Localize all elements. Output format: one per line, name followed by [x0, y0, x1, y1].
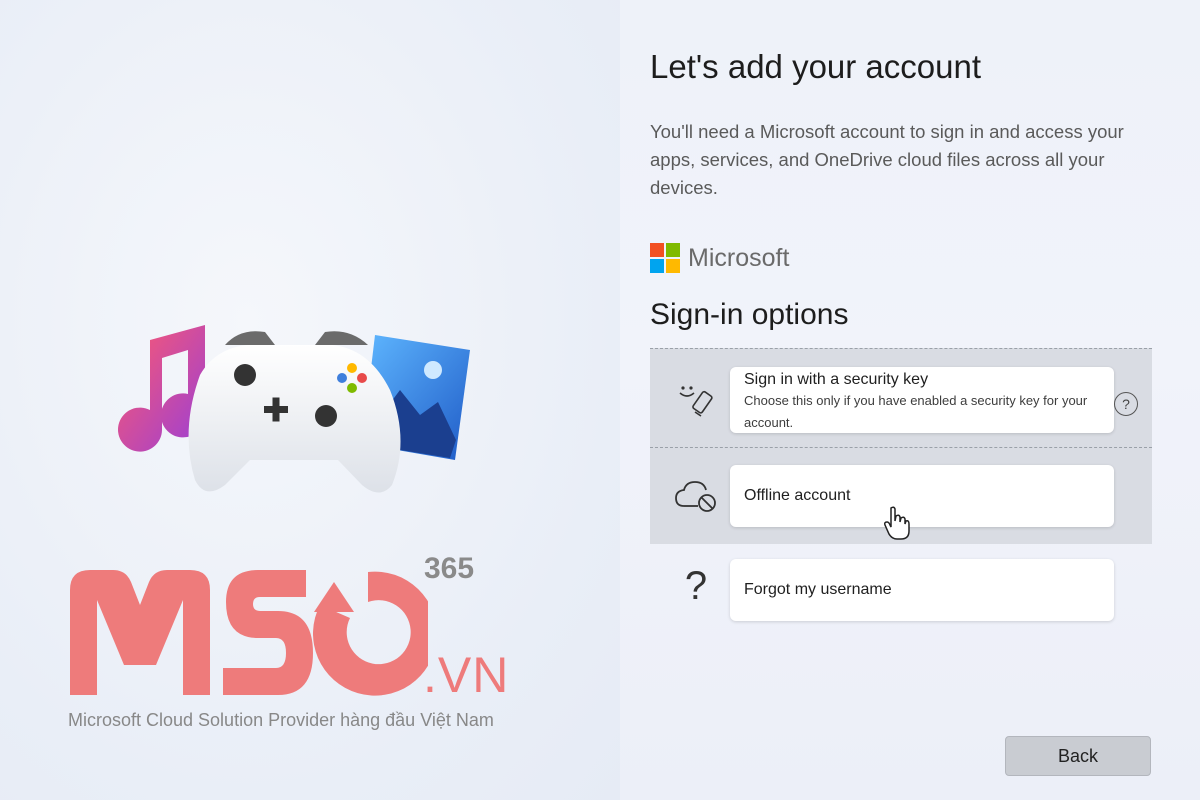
- page-title: Let's add your account: [650, 48, 982, 85]
- sign-in-options-title: Sign-in options: [650, 298, 849, 331]
- option-row-security-key: Sign in with a security key Choose this …: [650, 348, 1152, 447]
- microsoft-brand-label: Microsoft: [688, 243, 790, 272]
- offline-account-button[interactable]: Offline account: [730, 465, 1114, 540]
- entertainment-illustration: [118, 325, 470, 493]
- security-key-subtitle: Choose this only if you have enabled a s…: [744, 393, 1088, 430]
- security-key-icon: [672, 375, 720, 423]
- logo-tagline: Microsoft Cloud Solution Provider hàng đ…: [68, 710, 494, 730]
- back-button[interactable]: Back: [1005, 736, 1151, 776]
- security-key-button[interactable]: Sign in with a security key Choose this …: [730, 367, 1114, 433]
- security-key-title: Sign in with a security key: [744, 371, 929, 388]
- help-icon[interactable]: ?: [1114, 392, 1138, 416]
- question-mark-icon: ?: [684, 563, 708, 608]
- offline-cloud-icon: [672, 472, 720, 520]
- mso-watermark-logo: 365 .VN Microsoft Cloud Solution Provide…: [68, 548, 538, 738]
- microsoft-brand: Microsoft: [650, 242, 789, 274]
- offline-account-label: Offline account: [744, 487, 851, 504]
- page-description: You'll need a Microsoft account to sign …: [650, 121, 1124, 198]
- forgot-username-button[interactable]: Forgot my username: [730, 559, 1114, 621]
- account-panel: Let's add your account You'll need a Mic…: [650, 0, 1170, 800]
- forgot-username-label: Forgot my username: [744, 581, 892, 598]
- illustration-panel: 365 .VN Microsoft Cloud Solution Provide…: [0, 0, 620, 800]
- option-row-forgot-username: ? Forgot my username: [650, 544, 1152, 634]
- microsoft-logo-icon: [650, 243, 680, 273]
- game-controller-icon: [188, 331, 401, 493]
- logo-domain: .VN: [423, 647, 510, 703]
- option-row-offline-account: Offline account: [650, 447, 1152, 544]
- mso-logo-mark: [70, 570, 428, 696]
- logo-superscript: 365: [424, 552, 475, 585]
- hand-pointer-cursor-icon: [884, 506, 910, 540]
